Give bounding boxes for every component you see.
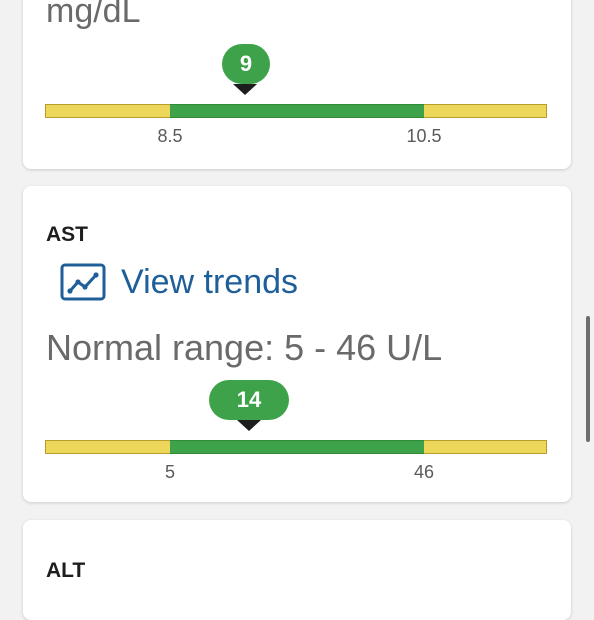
scrollbar[interactable] [586, 316, 590, 442]
low-limit-label: 5 [164, 462, 175, 482]
range-graphic: 14 5 46 [45, 380, 549, 490]
lab-result-card-alt: ALT [23, 520, 571, 620]
unit-text: mg/dL [46, 0, 141, 30]
normal-range-segment [170, 440, 424, 454]
normal-range-text: Normal range: 5 - 46 U/L [46, 327, 443, 368]
high-limit-label: 10.5 [406, 126, 442, 146]
view-trends-link[interactable]: View trends [59, 262, 298, 302]
normal-range-segment [170, 104, 424, 118]
low-limit-label: 8.5 [157, 126, 183, 146]
value-pointer [233, 84, 257, 95]
view-trends-label: View trends [121, 263, 299, 301]
trend-chart-icon [60, 263, 106, 301]
high-limit-label: 46 [413, 462, 435, 482]
value-pointer [237, 420, 261, 431]
value-bubble: 14 [209, 380, 289, 420]
test-name: AST [46, 223, 88, 246]
range-graphic: 9 8.5 10.5 [45, 44, 549, 154]
value-bubble: 9 [222, 44, 270, 84]
lab-result-card-ast: AST View trends Normal range: 5 - 46 U/L… [23, 186, 571, 502]
test-name: ALT [46, 559, 86, 582]
lab-result-card: mg/dL 9 8.5 10.5 [23, 0, 571, 169]
